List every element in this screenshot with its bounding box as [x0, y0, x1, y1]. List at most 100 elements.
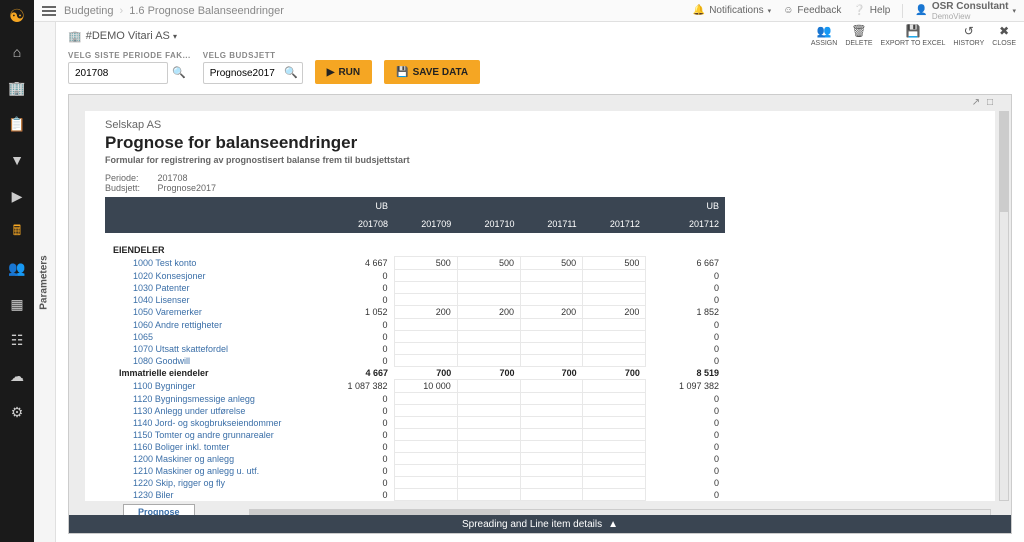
expand-icon[interactable]: □ [987, 97, 993, 108]
period-cell[interactable] [583, 270, 646, 282]
period-cell[interactable] [457, 319, 520, 331]
period-cell[interactable] [394, 282, 457, 294]
gear-icon[interactable]: ⚙ [5, 400, 29, 424]
period-cell[interactable] [457, 441, 520, 453]
period-cell[interactable] [394, 294, 457, 306]
period-cell[interactable] [457, 429, 520, 441]
assign-button[interactable]: 👥ASSIGN [811, 24, 837, 47]
period-cell[interactable] [583, 331, 646, 343]
period-cell[interactable] [520, 393, 582, 405]
period-cell[interactable] [520, 282, 582, 294]
period-cell[interactable] [583, 380, 646, 393]
period-cell[interactable] [394, 343, 457, 355]
period-cell[interactable] [520, 380, 582, 393]
period-cell[interactable]: 500 [394, 257, 457, 270]
period-cell[interactable]: 200 [583, 306, 646, 319]
period-cell[interactable] [457, 380, 520, 393]
period-cell[interactable]: 200 [394, 306, 457, 319]
period-cell[interactable] [583, 429, 646, 441]
help-link[interactable]: ❔ Help [853, 5, 890, 16]
period-cell[interactable] [520, 453, 582, 465]
period-cell[interactable] [583, 343, 646, 355]
grid-icon[interactable]: ▦ [5, 292, 29, 316]
period-cell[interactable] [520, 294, 582, 306]
details-bar[interactable]: Spreading and Line item details ▲ [69, 515, 1011, 533]
period-cell[interactable] [394, 331, 457, 343]
period-cell[interactable] [583, 319, 646, 331]
period-cell[interactable] [583, 417, 646, 429]
popout-icon[interactable]: ↗ [972, 97, 980, 108]
breadcrumb-root[interactable]: Budgeting [64, 5, 114, 17]
period-cell[interactable]: 200 [457, 306, 520, 319]
period-cell[interactable] [457, 489, 520, 501]
period-cell[interactable] [583, 453, 646, 465]
period-cell[interactable] [457, 477, 520, 489]
menu-icon[interactable] [42, 4, 56, 18]
play-icon[interactable]: ▶ [5, 184, 29, 208]
period-cell[interactable] [457, 453, 520, 465]
period-cell[interactable] [457, 417, 520, 429]
period-cell[interactable] [457, 282, 520, 294]
period-cell[interactable] [583, 441, 646, 453]
vertical-scrollbar[interactable] [999, 111, 1009, 501]
period-cell[interactable] [394, 355, 457, 367]
period-filter-input[interactable] [68, 62, 168, 84]
notifications-link[interactable]: 🔔 Notifications ▾ [693, 5, 771, 16]
period-cell[interactable] [394, 477, 457, 489]
save-data-button[interactable]: 💾 SAVE DATA [384, 60, 480, 84]
period-cell[interactable] [394, 319, 457, 331]
period-cell[interactable] [394, 393, 457, 405]
delete-button[interactable]: 🗑DELETE [845, 24, 872, 47]
history-button[interactable]: ↺HISTORY [953, 24, 984, 47]
period-cell[interactable] [394, 465, 457, 477]
period-cell[interactable] [520, 405, 582, 417]
period-cell[interactable] [583, 465, 646, 477]
period-cell[interactable] [583, 489, 646, 501]
period-cell[interactable] [520, 355, 582, 367]
clipboard-icon[interactable]: 📋 [5, 112, 29, 136]
period-cell[interactable] [520, 319, 582, 331]
search-icon[interactable]: 🔍 [172, 66, 186, 79]
people-icon[interactable]: 👥 [5, 256, 29, 280]
period-cell[interactable] [457, 270, 520, 282]
period-cell[interactable] [457, 294, 520, 306]
period-cell[interactable] [583, 405, 646, 417]
period-cell[interactable] [583, 355, 646, 367]
period-cell[interactable] [520, 331, 582, 343]
period-cell[interactable] [394, 441, 457, 453]
period-cell[interactable] [457, 331, 520, 343]
period-cell[interactable] [520, 489, 582, 501]
period-cell[interactable] [394, 405, 457, 417]
period-cell[interactable] [583, 294, 646, 306]
period-cell[interactable] [520, 477, 582, 489]
period-cell[interactable] [520, 429, 582, 441]
period-cell[interactable] [394, 270, 457, 282]
close-button[interactable]: ✖CLOSE [992, 24, 1016, 47]
period-cell[interactable] [394, 417, 457, 429]
period-cell[interactable] [520, 465, 582, 477]
cloud-icon[interactable]: ☁ [5, 364, 29, 388]
period-cell[interactable]: 500 [520, 257, 582, 270]
period-cell[interactable] [520, 441, 582, 453]
parameters-strip[interactable]: Parameters [34, 22, 56, 542]
period-cell[interactable] [457, 343, 520, 355]
period-cell[interactable] [583, 282, 646, 294]
period-cell[interactable] [394, 489, 457, 501]
period-cell[interactable] [583, 393, 646, 405]
building-icon[interactable]: 🏢 [5, 76, 29, 100]
calculator-icon[interactable]: 🖩 [5, 220, 29, 244]
period-cell[interactable] [457, 355, 520, 367]
period-cell[interactable] [520, 343, 582, 355]
period-cell[interactable]: 500 [583, 257, 646, 270]
funnel-icon[interactable]: ▼ [5, 148, 29, 172]
period-cell[interactable]: 500 [457, 257, 520, 270]
period-cell[interactable] [394, 429, 457, 441]
period-cell[interactable]: 200 [520, 306, 582, 319]
period-cell[interactable] [457, 405, 520, 417]
period-cell[interactable] [583, 477, 646, 489]
user-menu[interactable]: 👤 OSR Consultant DemoView ▾ [915, 1, 1016, 21]
period-cell[interactable] [394, 453, 457, 465]
period-cell[interactable] [457, 393, 520, 405]
app-logo-icon[interactable]: ☯ [5, 4, 29, 28]
period-cell[interactable] [520, 270, 582, 282]
